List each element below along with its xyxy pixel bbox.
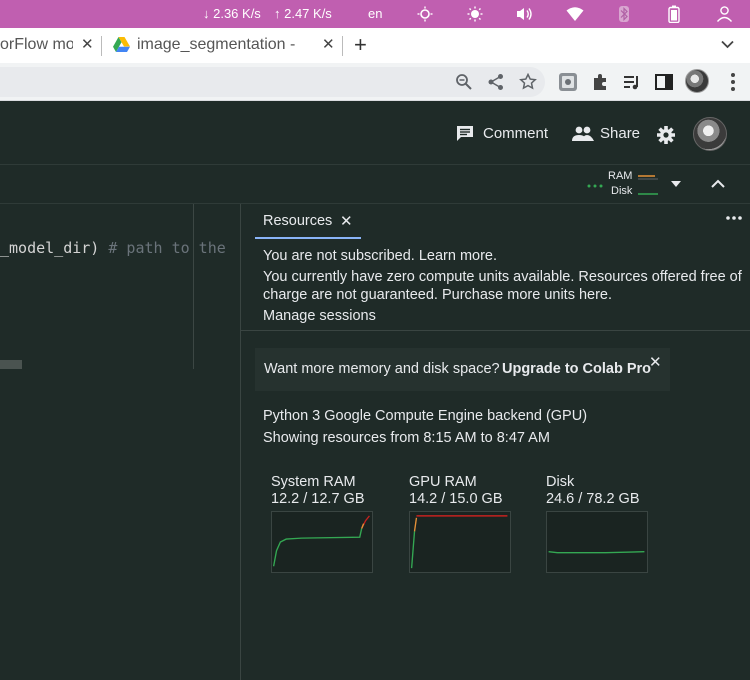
ram-sparkline: [638, 175, 658, 180]
code-comment: # path to the: [108, 239, 226, 257]
collapse-chevron-up-icon[interactable]: [711, 179, 725, 188]
gpu-ram-graph: [409, 511, 511, 573]
os-top-bar: ↓ 2.36 K/s ↑ 2.47 K/s en: [0, 0, 750, 28]
tab-tensorflow[interactable]: orFlow mo ✕: [0, 28, 100, 63]
system-ram-metric: System RAM 12.2 / 12.7 GB: [271, 474, 391, 574]
share-page-icon[interactable]: [487, 73, 505, 91]
tab-divider: [342, 36, 343, 56]
tab-close-icon[interactable]: ✕: [322, 35, 335, 53]
disk-metric: Disk 24.6 / 78.2 GB: [546, 474, 666, 574]
tab-title: orFlow mo: [0, 36, 73, 53]
notebook-toolbar: RAM Disk: [0, 166, 750, 204]
media-playlist-icon[interactable]: [622, 72, 642, 92]
cell-ruler: [193, 204, 194, 369]
close-promo-icon[interactable]: ✕: [649, 353, 662, 371]
new-tab-icon[interactable]: +: [354, 32, 367, 58]
brightness-icon[interactable]: [467, 6, 483, 22]
browser-toolbar: [0, 63, 750, 101]
horizontal-scrollbar[interactable]: [0, 360, 22, 369]
resource-dropdown-icon[interactable]: [671, 181, 681, 187]
tab-image-segmentation[interactable]: image_segmentation - ✕: [105, 28, 340, 63]
backend-info: Python 3 Google Compute Engine backend (…: [263, 408, 588, 424]
network-download-speed: ↓ 2.36 K/s: [203, 6, 261, 21]
bluetooth-icon[interactable]: [617, 5, 631, 23]
zoom-icon[interactable]: [455, 73, 473, 91]
wifi-icon[interactable]: [566, 6, 584, 22]
gpu-ram-metric: GPU RAM 14.2 / 15.0 GB: [409, 474, 529, 574]
metric-label: System RAM: [271, 474, 356, 490]
battery-icon[interactable]: [668, 5, 680, 23]
code-line: _model_dir) # path to the: [0, 239, 226, 257]
bookmark-star-icon[interactable]: [519, 73, 537, 91]
side-panel-icon[interactable]: [654, 72, 674, 92]
disk-label: Disk: [611, 185, 633, 197]
comment-icon: [457, 126, 473, 141]
panel-more-icon[interactable]: [726, 216, 742, 220]
tab-divider: [101, 36, 102, 56]
promo-text: Want more memory and disk space?: [264, 361, 500, 377]
share-label: Share: [600, 125, 641, 142]
subscription-status[interactable]: You are not subscribed. Learn more.: [263, 248, 497, 264]
extensions-puzzle-icon[interactable]: [591, 72, 611, 92]
manage-sessions-link[interactable]: Manage sessions: [263, 308, 376, 324]
extension-screenshot-icon[interactable]: [558, 72, 578, 92]
divider: [241, 330, 750, 331]
browser-tab-strip: orFlow mo ✕ image_segmentation - ✕ +: [0, 28, 750, 63]
resources-panel: Resources ✕ You are not subscribed. Lear…: [240, 204, 750, 680]
metric-value: 12.2 / 12.7 GB: [271, 491, 365, 507]
compute-units-text: You currently have zero compute units av…: [263, 269, 742, 285]
code-text: _model_dir): [0, 239, 100, 257]
colab-header: Comment Share: [0, 101, 750, 165]
volume-icon[interactable]: [516, 6, 533, 22]
connected-status-icon: [587, 184, 603, 188]
metric-value: 14.2 / 15.0 GB: [409, 491, 503, 507]
user-avatar[interactable]: [693, 117, 727, 151]
disk-graph: [546, 511, 648, 573]
tab-close-icon[interactable]: ✕: [81, 35, 94, 53]
address-bar[interactable]: [0, 67, 545, 97]
metric-label: GPU RAM: [409, 474, 477, 490]
metric-label: Disk: [546, 474, 575, 490]
tab-resources[interactable]: Resources ✕: [255, 204, 361, 239]
people-icon: [572, 126, 594, 141]
google-drive-icon: [113, 37, 130, 52]
browser-profile-avatar[interactable]: [685, 69, 709, 93]
code-area: _model_dir) # path to the: [0, 204, 240, 680]
upgrade-colab-pro-link[interactable]: Upgrade to Colab Pro: [502, 361, 651, 377]
network-upload-speed: ↑ 2.47 K/s: [274, 6, 332, 21]
system-ram-graph: [271, 511, 373, 573]
ram-label: RAM: [608, 170, 633, 182]
metric-value: 24.6 / 78.2 GB: [546, 491, 640, 507]
keyboard-language[interactable]: en: [368, 0, 382, 28]
user-icon[interactable]: [716, 5, 733, 22]
browser-menu-icon[interactable]: [730, 72, 736, 92]
resources-tab-label: Resources: [263, 213, 333, 229]
night-light-icon[interactable]: [417, 6, 433, 22]
comment-label: Comment: [483, 125, 549, 142]
code-cell[interactable]: _model_dir) # path to the: [0, 204, 226, 369]
disk-sparkline: [638, 193, 658, 195]
upgrade-promo-banner: Want more memory and disk space? Upgrade…: [255, 348, 670, 391]
tab-search-chevron-icon[interactable]: [721, 40, 734, 49]
close-icon[interactable]: ✕: [340, 212, 353, 230]
time-range: Showing resources from 8:15 AM to 8:47 A…: [263, 430, 550, 446]
resource-monitor-button[interactable]: RAM Disk: [585, 170, 665, 200]
tab-title: image_segmentation -: [137, 36, 296, 53]
settings-gear-icon[interactable]: [656, 125, 676, 145]
compute-units-text-2[interactable]: charge are not guaranteed. Purchase more…: [263, 287, 612, 303]
